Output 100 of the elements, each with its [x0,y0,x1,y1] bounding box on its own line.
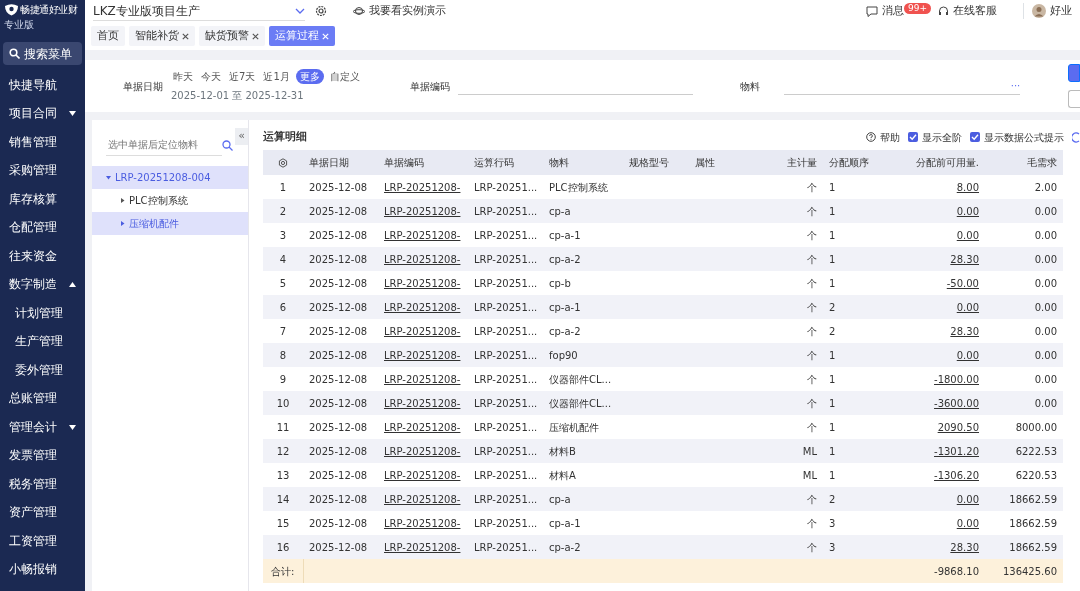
settings-icon[interactable] [278,158,288,168]
more-button[interactable]: ··· [1010,78,1021,93]
cell-link[interactable]: -1306.20 [934,469,979,481]
cell-link[interactable]: -1800.00 [934,373,979,385]
table-cell: 1 [829,205,836,217]
project-select[interactable]: LKZ专业版项目生产 [93,1,305,21]
material-field[interactable]: ··· [784,77,1021,95]
cell-link[interactable]: 0.00 [956,349,979,361]
sidebar-item[interactable]: 销售管理 [9,133,57,151]
table-cell: 6222.53 [1015,445,1057,457]
table-cell: 1 [829,277,836,289]
settings-icon[interactable] [315,5,327,17]
tree-node[interactable]: PLC控制系统 [92,189,248,212]
caret-right-icon[interactable] [120,221,125,226]
search-icon [222,139,233,151]
sidebar-item[interactable]: 采购管理 [9,162,57,180]
cell-link[interactable]: 0.00 [956,517,979,529]
table-cell: 18662.59 [1009,541,1057,553]
cell-link[interactable]: 0.00 [956,301,979,313]
sidebar-subitem[interactable]: 计划管理 [15,304,63,322]
cell-link[interactable]: LRP-20251208- [384,421,461,433]
sidebar-item[interactable]: 税务管理 [9,475,57,493]
avatar-icon[interactable] [1032,4,1046,18]
close-icon[interactable] [252,32,259,40]
date-option[interactable]: 昨天 [171,69,195,84]
cell-link[interactable]: -50.00 [946,277,979,289]
sidebar-item[interactable]: 往来资金 [9,247,57,265]
cell-link[interactable]: 0.00 [956,229,979,241]
user-name[interactable]: 好业 [1050,2,1072,20]
caret-right-icon[interactable] [120,198,125,203]
table-cell: 个 [807,325,817,337]
date-option[interactable]: 今天 [199,69,223,84]
sidebar-item[interactable]: 项目合同 [9,105,57,123]
sidebar-item[interactable]: 数字制造 [9,276,57,294]
messages-link[interactable]: 消息 [882,2,904,20]
table-cell: cp-a-1 [549,229,581,241]
table-cell: cp-a [549,205,571,217]
column-header: 单据日期 [303,150,378,175]
date-range[interactable]: 2025-12-01 至 2025-12-31 [171,88,362,103]
cell-link[interactable]: LRP-20251208- [384,373,461,385]
table-cell: 12 [276,445,290,457]
cell-link[interactable]: 2090.50 [937,421,979,433]
sidebar-item[interactable]: 小畅报销 [9,561,57,579]
cell-link[interactable]: LRP-20251208- [384,229,461,241]
cell-link[interactable]: 8.00 [956,181,979,193]
date-option[interactable]: 近7天 [227,69,258,84]
table-cell: 10 [276,397,290,409]
doc-code-label: 单据编码 [409,79,450,94]
sidebar-item[interactable]: 仓配管理 [9,219,57,237]
cell-link[interactable]: LRP-20251208- [384,181,461,193]
cell-link[interactable]: 28.30 [950,541,979,553]
date-option[interactable]: 近1月 [261,69,292,84]
sidebar-item[interactable]: 总账管理 [9,390,57,408]
tab[interactable]: 智能补货 [129,25,195,47]
checkbox[interactable] [970,132,980,142]
brand-name: 畅捷通好业财 [20,3,77,17]
table-cell: 2025-12-08 [309,229,368,241]
chat-icon[interactable] [866,5,878,17]
caret-down-icon[interactable] [69,111,76,117]
sidebar-subitem[interactable]: 生产管理 [15,333,63,351]
sidebar-item[interactable]: 发票管理 [9,447,57,465]
column-header: 运算行码 [468,150,543,175]
sidebar-item[interactable]: 快捷导航 [9,76,57,94]
table-cell: 5 [279,277,287,289]
demo-link[interactable]: 我要看实例演示 [369,2,446,20]
cell-link[interactable]: LRP-20251208- [384,325,461,337]
date-option[interactable]: 自定义 [327,69,362,84]
close-icon[interactable] [182,32,189,40]
cell-link[interactable]: 28.30 [950,325,979,337]
cell-link[interactable]: LRP-20251208- [384,277,461,289]
cell-link[interactable]: 28.30 [950,253,979,265]
cell-link[interactable]: 0.00 [956,493,979,505]
cell-link[interactable]: LRP-20251208- [384,469,461,481]
caret-up-icon[interactable] [69,282,76,288]
total-cell: -9868.10 [934,565,979,577]
help-link[interactable]: 帮助 [880,129,900,145]
cell-link[interactable]: 0.00 [956,205,979,217]
checkbox[interactable] [908,132,918,142]
sidebar-item[interactable]: 工资管理 [9,532,57,550]
support-link[interactable]: 在线客服 [953,2,997,20]
collapse-button[interactable]: « [235,128,248,145]
sidebar-subitem[interactable]: 委外管理 [15,361,63,379]
tree-node[interactable]: LRP-20251208-004 [92,166,248,189]
search-menu-button[interactable]: 搜索菜单 [3,42,82,65]
sidebar-item[interactable]: 库存核算 [9,190,57,208]
table-cell: cp-a-1 [549,301,581,313]
sidebar-item[interactable]: 资产管理 [9,504,57,522]
tab[interactable]: 运算过程 [269,25,335,47]
tab[interactable]: 首页 [91,25,125,47]
table-cell: 个 [807,493,817,505]
tree-node[interactable]: 压缩机配件 [92,212,248,235]
table-cell: 11 [276,421,290,433]
sidebar-item[interactable]: 管理会计 [9,418,57,436]
table-cell: 2025-12-08 [309,205,368,217]
date-option[interactable]: 更多 [295,69,324,84]
table-cell: LRP-20251... [474,301,538,313]
tab[interactable]: 缺货预警 [199,25,265,47]
cell-link[interactable]: LRP-20251208- [384,517,461,529]
refresh-icon[interactable] [1072,131,1080,143]
caret-down-icon[interactable] [69,424,76,430]
